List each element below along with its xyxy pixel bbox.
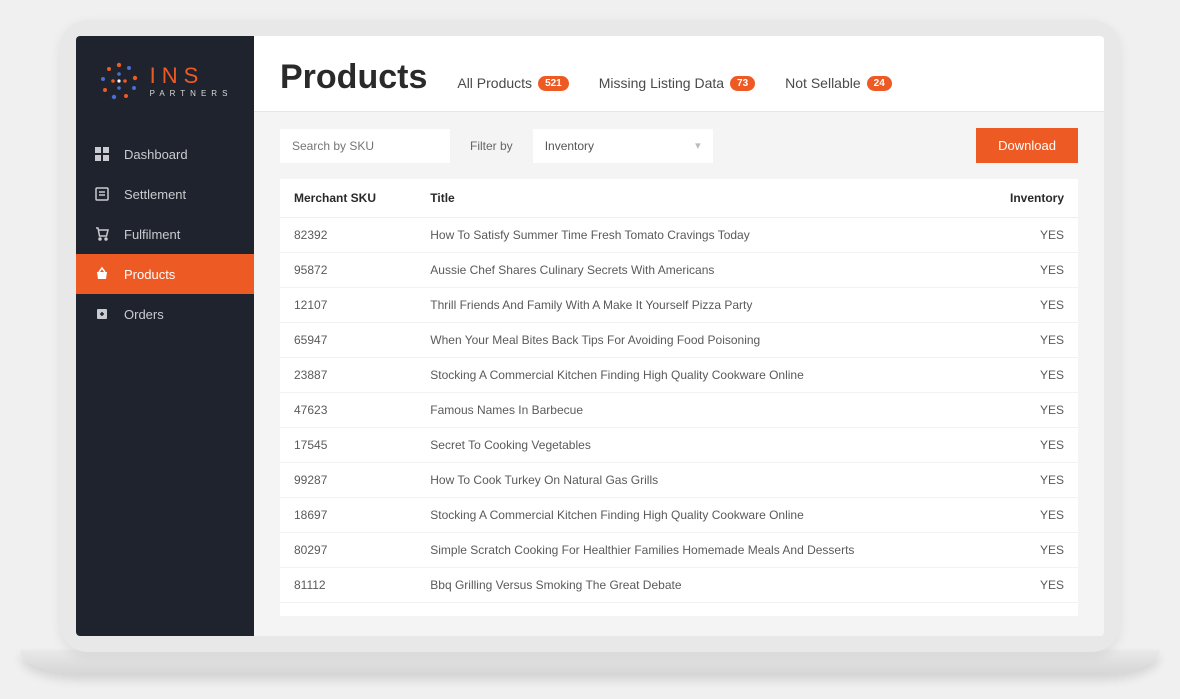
search-input[interactable]: [280, 129, 450, 163]
filter-label: Filter by: [470, 139, 513, 153]
cell-title: Bbq Grilling Versus Smoking The Great De…: [416, 568, 976, 603]
download-button[interactable]: Download: [976, 128, 1078, 163]
cell-sku: 81112: [280, 568, 416, 603]
logo-brand: INS: [150, 65, 233, 87]
cell-sku: 23887: [280, 358, 416, 393]
table-row[interactable]: 81112Bbq Grilling Versus Smoking The Gre…: [280, 568, 1078, 603]
cell-sku: 12107: [280, 288, 416, 323]
table-row[interactable]: 47623Famous Names In BarbecueYES: [280, 393, 1078, 428]
table-row[interactable]: 23887Stocking A Commercial Kitchen Findi…: [280, 358, 1078, 393]
col-sku[interactable]: Merchant SKU: [280, 179, 416, 218]
cell-inventory: YES: [976, 358, 1078, 393]
tab-label: Not Sellable: [785, 75, 861, 91]
tab-count-badge: 521: [538, 76, 569, 91]
filter-value: Inventory: [545, 139, 594, 153]
cell-sku: 80297: [280, 533, 416, 568]
cell-inventory: YES: [976, 428, 1078, 463]
table-row[interactable]: 95872Aussie Chef Shares Culinary Secrets…: [280, 253, 1078, 288]
tab-count-badge: 73: [730, 76, 755, 91]
tab-label: All Products: [457, 75, 532, 91]
dashboard-icon: [94, 146, 110, 162]
products-table: Merchant SKU Title Inventory 82392How To…: [280, 179, 1078, 616]
logo-sub: PARTNERS: [150, 89, 233, 98]
cell-title: How To Satisfy Summer Time Fresh Tomato …: [416, 218, 976, 253]
tab-count-badge: 24: [867, 76, 892, 91]
cell-title: When Your Meal Bites Back Tips For Avoid…: [416, 323, 976, 358]
settlement-icon: [94, 186, 110, 202]
cell-sku: 65947: [280, 323, 416, 358]
table-row[interactable]: 18697Stocking A Commercial Kitchen Findi…: [280, 498, 1078, 533]
cell-inventory: YES: [976, 533, 1078, 568]
table-row[interactable]: 80297Simple Scratch Cooking For Healthie…: [280, 533, 1078, 568]
cell-title: How To Cook Turkey On Natural Gas Grills: [416, 463, 976, 498]
app-screen: INS PARTNERS Dashboard Settlement: [76, 36, 1104, 636]
cell-sku: 95872: [280, 253, 416, 288]
page-title: Products: [280, 58, 427, 97]
cell-title: Thrill Friends And Family With A Make It…: [416, 288, 976, 323]
basket-icon: [94, 266, 110, 282]
chevron-down-icon: ▾: [695, 139, 701, 152]
logo: INS PARTNERS: [76, 50, 254, 124]
cell-inventory: YES: [976, 568, 1078, 603]
cell-sku: 18697: [280, 498, 416, 533]
cart-icon: [94, 226, 110, 242]
sidebar-item-label: Orders: [124, 307, 164, 322]
cell-title: Stocking A Commercial Kitchen Finding Hi…: [416, 498, 976, 533]
tab-all-products[interactable]: All Products 521: [457, 75, 568, 91]
sidebar-item-label: Products: [124, 267, 175, 282]
sidebar-item-label: Dashboard: [124, 147, 188, 162]
cell-title: Famous Names In Barbecue: [416, 393, 976, 428]
cell-title: Simple Scratch Cooking For Healthier Fam…: [416, 533, 976, 568]
cell-sku: 17545: [280, 428, 416, 463]
sidebar-item-settlement[interactable]: Settlement: [76, 174, 254, 214]
sidebar-item-orders[interactable]: Orders: [76, 294, 254, 334]
tab-not-sellable[interactable]: Not Sellable 24: [785, 75, 892, 91]
sidebar-item-label: Settlement: [124, 187, 186, 202]
main-content: Products All Products 521 Missing Listin…: [254, 36, 1104, 636]
cell-title: Secret To Cooking Vegetables: [416, 428, 976, 463]
table-row[interactable]: 65947When Your Meal Bites Back Tips For …: [280, 323, 1078, 358]
table-row[interactable]: 12107Thrill Friends And Family With A Ma…: [280, 288, 1078, 323]
sidebar-item-fulfilment[interactable]: Fulfilment: [76, 214, 254, 254]
col-title[interactable]: Title: [416, 179, 976, 218]
laptop-frame: INS PARTNERS Dashboard Settlement: [60, 20, 1120, 652]
cell-inventory: YES: [976, 218, 1078, 253]
cell-title: Aussie Chef Shares Culinary Secrets With…: [416, 253, 976, 288]
filter-select[interactable]: Inventory ▾: [533, 129, 713, 163]
toolbar: Filter by Inventory ▾ Download: [254, 112, 1104, 179]
table-row[interactable]: 82392How To Satisfy Summer Time Fresh To…: [280, 218, 1078, 253]
cell-inventory: YES: [976, 498, 1078, 533]
cell-title: Stocking A Commercial Kitchen Finding Hi…: [416, 358, 976, 393]
cell-inventory: YES: [976, 288, 1078, 323]
cell-inventory: YES: [976, 323, 1078, 358]
tab-label: Missing Listing Data: [599, 75, 724, 91]
cell-sku: 47623: [280, 393, 416, 428]
cell-inventory: YES: [976, 463, 1078, 498]
col-inventory[interactable]: Inventory: [976, 179, 1078, 218]
sidebar-item-products[interactable]: Products: [76, 254, 254, 294]
orders-icon: [94, 306, 110, 322]
cell-sku: 99287: [280, 463, 416, 498]
table-row[interactable]: 17545Secret To Cooking VegetablesYES: [280, 428, 1078, 463]
table-row[interactable]: 99287How To Cook Turkey On Natural Gas G…: [280, 463, 1078, 498]
cell-inventory: YES: [976, 253, 1078, 288]
cell-sku: 82392: [280, 218, 416, 253]
page-header: Products All Products 521 Missing Listin…: [254, 36, 1104, 112]
laptop-base: [20, 650, 1160, 674]
sidebar: INS PARTNERS Dashboard Settlement: [76, 36, 254, 636]
sidebar-item-label: Fulfilment: [124, 227, 180, 242]
tab-missing-listing[interactable]: Missing Listing Data 73: [599, 75, 755, 91]
cell-inventory: YES: [976, 393, 1078, 428]
sidebar-item-dashboard[interactable]: Dashboard: [76, 134, 254, 174]
sidebar-nav: Dashboard Settlement Fulfilment: [76, 134, 254, 334]
logo-icon: [98, 60, 140, 102]
